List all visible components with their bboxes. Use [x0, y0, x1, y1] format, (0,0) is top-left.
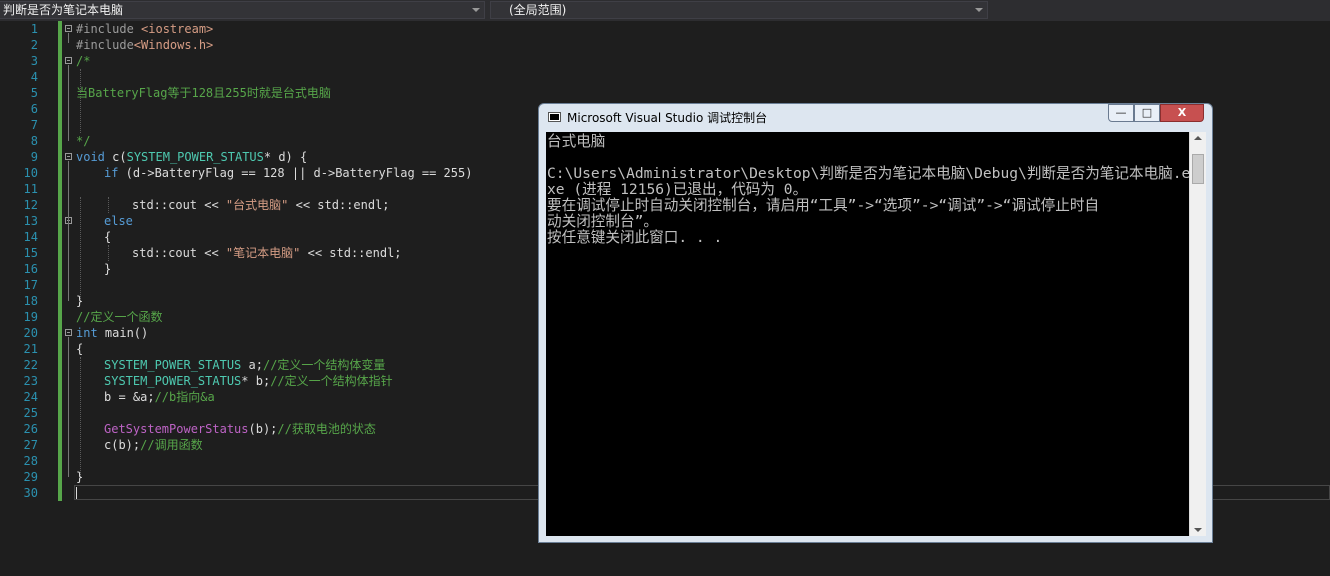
console-output-text: 台式电脑 C:\Users\Administrator\Desktop\判断是否… [547, 133, 1189, 246]
fold-line [68, 161, 69, 301]
indent-guide [80, 69, 81, 133]
scope-dropdown[interactable]: 判断是否为笔记本电脑 [0, 1, 485, 19]
line-number: 8 [30, 134, 38, 148]
scroll-up-icon[interactable] [1194, 136, 1202, 140]
scroll-thumb[interactable] [1192, 154, 1204, 184]
indent-guide [80, 357, 81, 477]
code-line-12: std::cout << "台式电脑" << std::endl; [132, 198, 390, 212]
scope-dropdown-label: 判断是否为笔记本电脑 [3, 3, 124, 17]
navigation-bar: 判断是否为笔记本电脑 (全局范围) [0, 0, 1330, 21]
line-number: 7 [30, 118, 38, 132]
line-number: 13 [23, 214, 38, 228]
scroll-down-icon[interactable] [1194, 528, 1202, 532]
collapse-icon[interactable] [65, 57, 72, 64]
chevron-down-icon [975, 8, 983, 12]
code-line-9: void c(SYSTEM_POWER_STATUS* d) { [76, 150, 308, 164]
member-dropdown[interactable]: (全局范围) [490, 1, 988, 19]
line-number: 15 [23, 246, 38, 260]
console-output-area[interactable]: 台式电脑 C:\Users\Administrator\Desktop\判断是否… [546, 132, 1189, 536]
line-number: 9 [30, 150, 38, 164]
line-number: 25 [23, 406, 38, 420]
line-number: 18 [23, 294, 38, 308]
line-number: 30 [23, 486, 38, 500]
change-tracking-bar [58, 21, 62, 501]
maximize-button[interactable]: □ [1134, 104, 1160, 122]
code-line-24: b = &a;//b指向&a [104, 390, 215, 404]
line-number: 14 [23, 230, 38, 244]
debug-console-window[interactable]: Microsoft Visual Studio 调试控制台 — □ X 台式电脑… [538, 103, 1213, 543]
line-number: 2 [30, 38, 38, 52]
chevron-down-icon [472, 8, 480, 12]
line-number: 22 [23, 358, 38, 372]
code-line-26: GetSystemPowerStatus(b);//获取电池的状态 [104, 422, 376, 436]
text-caret [76, 487, 77, 499]
fold-line [68, 65, 69, 141]
indent-guide [80, 197, 81, 301]
line-number: 3 [30, 54, 38, 68]
code-line-2: #include<Windows.h> [76, 38, 214, 52]
indent-guide [108, 245, 109, 261]
minimize-button[interactable]: — [1108, 104, 1134, 122]
code-line-5: 当BatteryFlag等于128且255时就是台式电脑 [76, 86, 331, 100]
code-line-1: #include <iostream> [76, 22, 214, 36]
code-line-8: */ [76, 134, 91, 148]
code-line-14: { [104, 230, 112, 244]
line-number: 12 [23, 198, 38, 212]
code-line-19: //定义一个函数 [76, 310, 163, 324]
code-line-22: SYSTEM_POWER_STATUS a;//定义一个结构体变量 [104, 358, 386, 372]
collapse-icon[interactable] [65, 329, 72, 336]
console-app-icon [548, 112, 561, 122]
fold-line [68, 337, 69, 477]
code-line-29: } [76, 470, 84, 484]
line-number: 19 [23, 310, 38, 324]
console-window-title: Microsoft Visual Studio 调试控制台 [567, 111, 768, 125]
line-number: 27 [23, 438, 38, 452]
line-number: 11 [23, 182, 38, 196]
code-line-21: { [76, 342, 84, 356]
collapse-icon[interactable] [65, 25, 72, 32]
line-number: 10 [23, 166, 38, 180]
line-number: 29 [23, 470, 38, 484]
console-scrollbar[interactable] [1189, 132, 1206, 536]
line-number: 21 [23, 342, 38, 356]
code-line-20: int main() [76, 326, 149, 340]
code-line-10: if (d->BatteryFlag == 128 || d->BatteryF… [104, 166, 473, 180]
code-line-23: SYSTEM_POWER_STATUS* b;//定义一个结构体指针 [104, 374, 393, 388]
line-number: 5 [30, 86, 38, 100]
code-line-27: c(b);//调用函数 [104, 438, 203, 452]
line-number: 26 [23, 422, 38, 436]
member-dropdown-label: (全局范围) [509, 3, 567, 17]
code-line-3: /* [76, 54, 91, 68]
line-number: 20 [23, 326, 38, 340]
line-number: 24 [23, 390, 38, 404]
line-number: 6 [30, 102, 38, 116]
collapse-icon[interactable] [65, 153, 72, 160]
line-number: 4 [30, 70, 38, 84]
line-number: 23 [23, 374, 38, 388]
line-number: 28 [23, 454, 38, 468]
code-line-18: } [76, 294, 84, 308]
code-line-15: std::cout << "笔记本电脑" << std::endl; [132, 246, 402, 260]
line-number: 16 [23, 262, 38, 276]
close-button[interactable]: X [1160, 104, 1204, 122]
indent-guide [108, 197, 109, 213]
code-line-16: } [104, 262, 112, 276]
code-line-13: else [104, 214, 133, 228]
fold-line [68, 33, 69, 43]
line-number: 17 [23, 278, 38, 292]
line-number: 1 [30, 22, 38, 36]
